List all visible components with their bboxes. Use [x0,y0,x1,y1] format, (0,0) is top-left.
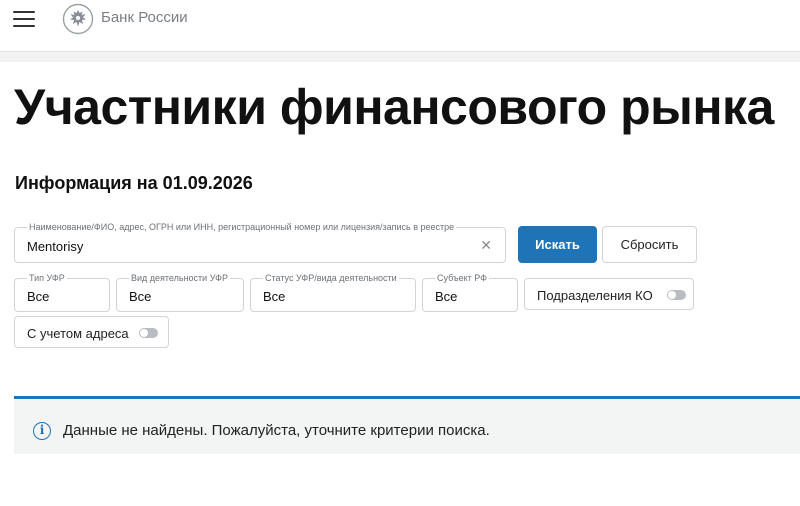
no-results-alert: i Данные не найдены. Пожалуйста, уточнит… [14,396,800,454]
close-icon[interactable]: ✕ [480,238,492,252]
filter-status-label: Статус УФР/вида деятельности [263,273,399,283]
top-navigation-bar: Банк России [0,0,800,52]
with-address-toggle[interactable] [139,328,158,338]
page-title: Участники финансового рынка [14,79,774,135]
search-input-label: Наименование/ФИО, адрес, ОГРН или ИНН, р… [27,222,457,232]
info-date-heading: Информация на 01.09.2026 [15,173,253,193]
filter-type-select[interactable]: Тип УФР Все [14,273,110,312]
filter-status-value: Все [263,289,286,304]
with-address-toggle-box[interactable]: С учетом адреса [14,316,169,348]
ko-divisions-label: Подразделения КО [537,288,653,303]
search-button[interactable]: Искать [518,226,597,263]
filter-subject-value: Все [435,289,458,304]
filter-type-value: Все [27,289,50,304]
filter-activity-select[interactable]: Вид деятельности УФР Все [116,273,244,312]
alert-message: Данные не найдены. Пожалуйста, уточните … [63,422,490,439]
ko-divisions-toggle-box[interactable]: Подразделения КО [524,278,694,310]
filter-status-select[interactable]: Статус УФР/вида деятельности Все [250,273,416,312]
ko-divisions-toggle[interactable] [667,290,686,300]
search-input[interactable]: Наименование/ФИО, адрес, ОГРН или ИНН, р… [14,222,506,263]
search-input-value[interactable]: Mentorisy [27,239,83,254]
with-address-label: С учетом адреса [27,326,129,341]
bank-eagle-emblem-icon[interactable] [62,3,94,35]
filter-subject-select[interactable]: Субъект РФ Все [422,273,518,312]
header-shadow-band [0,52,800,62]
info-icon: i [33,422,51,440]
brand-name[interactable]: Банк России [101,9,188,26]
hamburger-icon[interactable] [13,11,35,27]
reset-button[interactable]: Сбросить [602,226,697,263]
filter-activity-label: Вид деятельности УФР [129,273,230,283]
filter-subject-label: Субъект РФ [435,273,489,283]
filter-activity-value: Все [129,289,152,304]
filter-type-label: Тип УФР [27,273,67,283]
